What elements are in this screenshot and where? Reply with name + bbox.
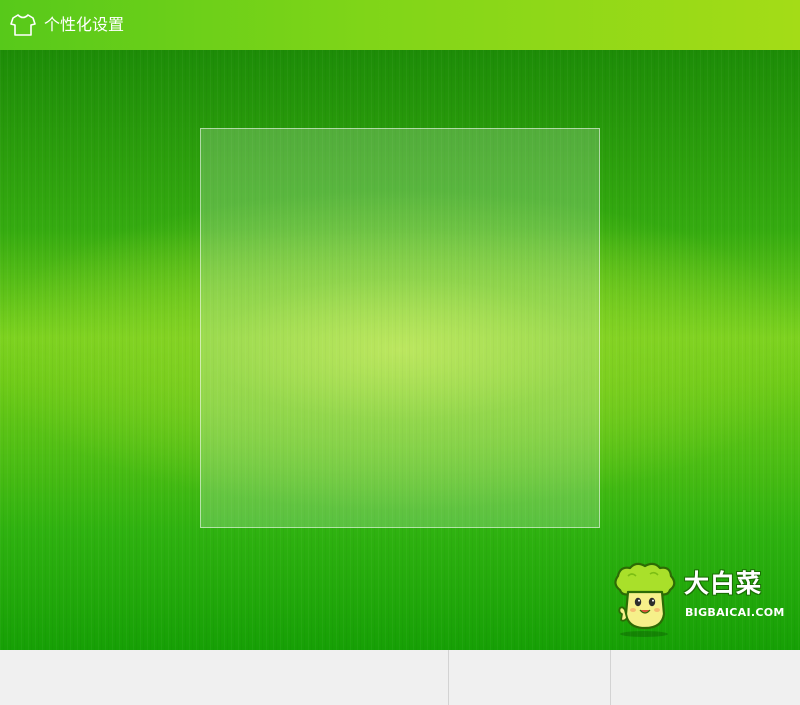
tshirt-icon	[10, 14, 36, 36]
footer-section-right	[610, 650, 800, 705]
title-bar: 个性化设置	[0, 0, 800, 50]
brand-url: BIGBAICAI.COM	[685, 606, 785, 619]
cabbage-mascot-icon	[614, 562, 676, 637]
brand-logo: 大白菜 BIGBAICAI.COM	[610, 562, 785, 638]
brand-name: 大白菜	[684, 569, 763, 598]
footer-section-middle	[448, 650, 610, 705]
wallpaper-preview[interactable]	[200, 128, 600, 528]
window-title: 个性化设置	[44, 15, 125, 34]
footer-section-left	[0, 650, 448, 705]
wallpaper-stage: 大白菜 BIGBAICAI.COM	[0, 50, 800, 650]
footer-bar	[0, 650, 800, 705]
